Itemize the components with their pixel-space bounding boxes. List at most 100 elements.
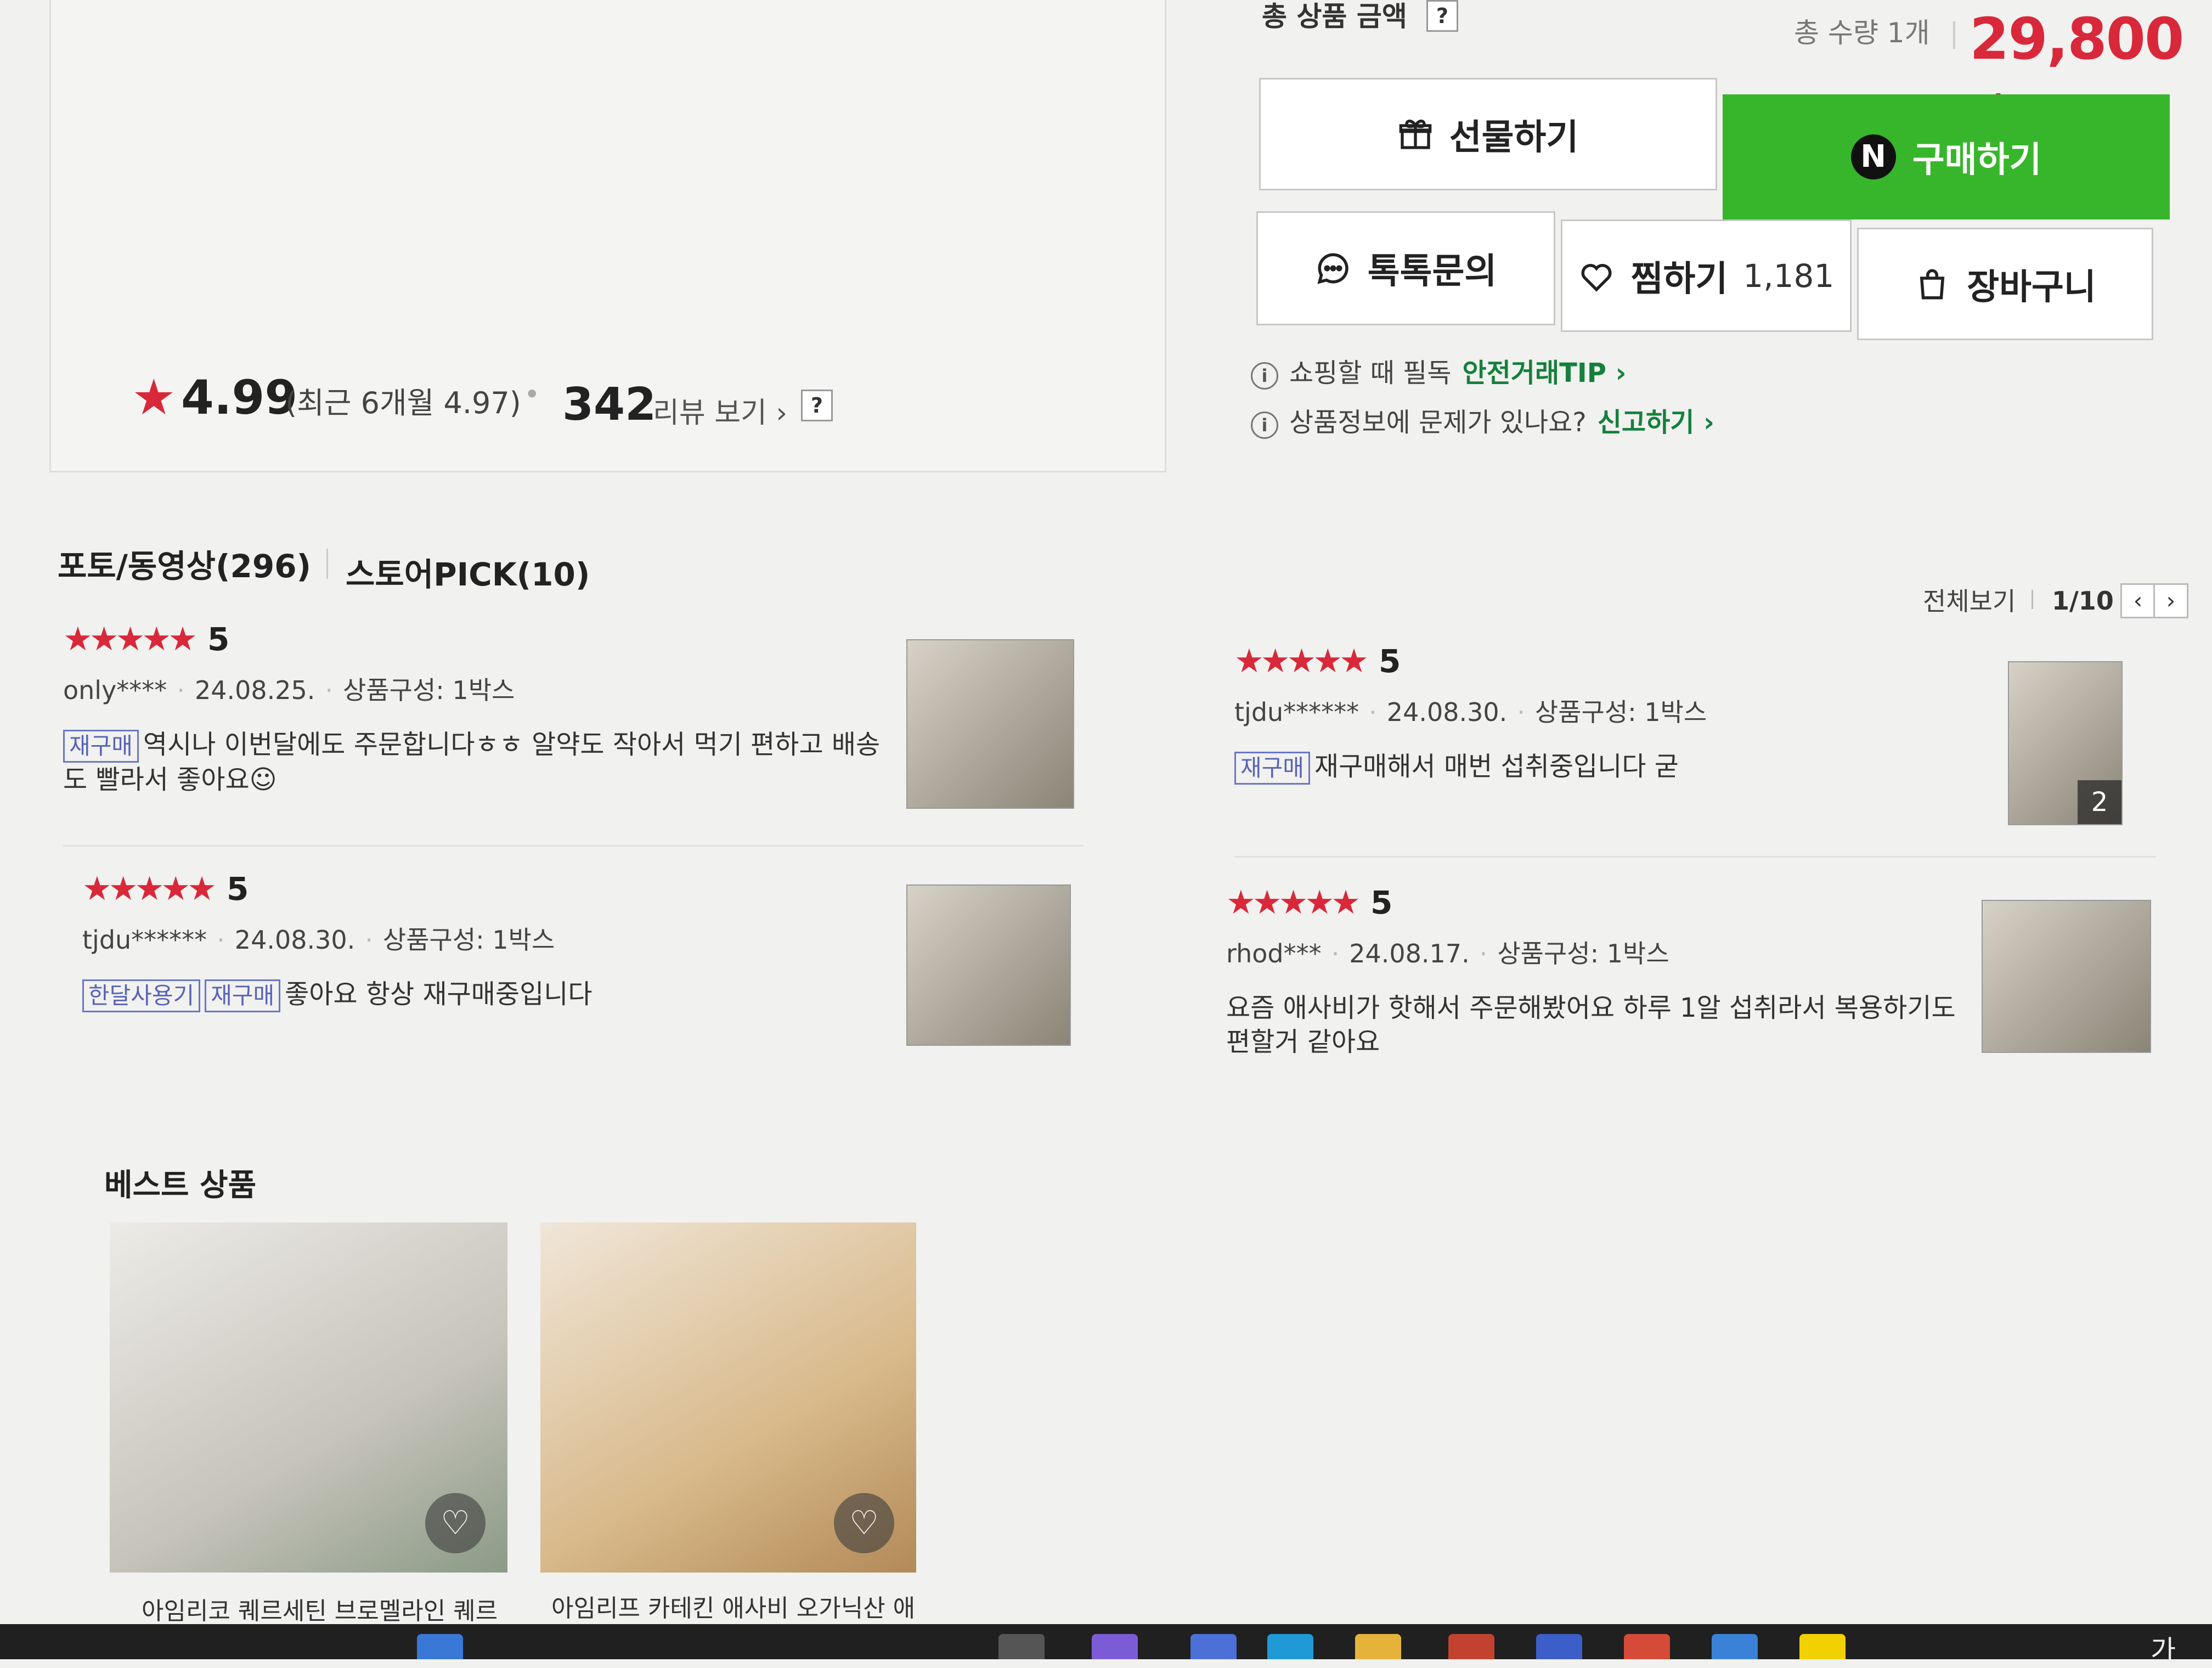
review-count: 342: [562, 379, 657, 431]
report-text: 상품정보에 문제가 있나요?: [1289, 407, 1587, 438]
talktalk-inquiry-label: 톡톡문의: [1367, 251, 1497, 292]
rating-star-icon: ★: [132, 369, 176, 426]
info-icon: i: [1251, 412, 1278, 439]
wishlist-button[interactable]: 찜하기 1,181: [1561, 219, 1852, 332]
best-products-title: 베스트 상품: [104, 1168, 257, 1203]
photo-count-badge: 2: [2078, 780, 2121, 824]
review-photo[interactable]: [1982, 900, 2151, 1053]
store-icon[interactable]: [1448, 1634, 1494, 1659]
review-date: 24.08.30.: [1386, 697, 1508, 727]
cart-button[interactable]: 장바구니: [1857, 228, 2153, 340]
reviewer-id: tjdu******: [1234, 697, 1359, 727]
cart-label: 장바구니: [1967, 267, 2096, 308]
reviewer-id: only****: [63, 675, 167, 705]
talktalk-inquiry-button[interactable]: 톡톡문의: [1256, 211, 1555, 325]
safe-trade-notice: i 쇼핑할 때 필독 안전거래TIP ›: [1251, 351, 1626, 390]
review-help-icon[interactable]: ?: [801, 390, 833, 421]
total-quantity-text: 총 수량 1개: [1794, 17, 1930, 49]
naver-pay-icon: N: [1850, 134, 1896, 179]
copilot-icon[interactable]: [1092, 1634, 1138, 1659]
view-reviews-link[interactable]: 리뷰 보기 ›: [653, 390, 787, 431]
app-icon[interactable]: [1536, 1634, 1582, 1659]
rating-score: 4.99: [181, 370, 298, 425]
review-option: 상품구성: 1박스: [1534, 697, 1707, 727]
product-name[interactable]: 아임리프 카테킨 애사비 오가닉산 애: [551, 1588, 915, 1624]
app-icon[interactable]: [1712, 1634, 1758, 1659]
gift-icon: [1399, 119, 1432, 149]
review-date: 24.08.30.: [234, 925, 356, 955]
windows-start-icon[interactable]: [417, 1634, 463, 1659]
page-indicator: 1/10: [2052, 586, 2114, 616]
report-notice: i 상품정보에 문제가 있나요? 신고하기 ›: [1251, 401, 1714, 439]
review-score: 5: [226, 870, 249, 908]
info-icon: i: [1251, 362, 1278, 390]
view-all-link[interactable]: 전체보기: [1923, 582, 2016, 618]
review-text: 역시나 이번달에도 주문합니다ㅎㅎ 알약도 작아서 먹기 편하고 배송도 빨라서…: [63, 729, 881, 795]
safe-trade-text: 쇼핑할 때 필독: [1289, 358, 1452, 388]
star-rating: ★★★★★: [82, 870, 217, 908]
review-divider: [1234, 856, 2156, 858]
buy-button[interactable]: N 구매하기: [1723, 94, 2170, 219]
next-page-button[interactable]: ›: [2153, 583, 2188, 618]
product-image[interactable]: ♡: [540, 1222, 916, 1573]
pagination-divider: [2032, 590, 2033, 609]
teams-icon[interactable]: [1190, 1634, 1237, 1659]
reviewer-id: rhod***: [1226, 939, 1322, 968]
rating-separator: •: [524, 379, 540, 410]
ime-indicator[interactable]: 가: [2151, 1628, 2176, 1668]
wishlist-heart-icon[interactable]: ♡: [425, 1493, 486, 1553]
review-tag: 한달사용기: [82, 979, 201, 1012]
review-divider: [63, 845, 1084, 847]
chat-bubble-icon: [1317, 253, 1348, 284]
report-link[interactable]: 신고하기 ›: [1598, 407, 1714, 438]
heart-icon: [1581, 263, 1612, 292]
total-price-value: 29,800: [1970, 5, 2184, 72]
review-text: 재구매해서 매번 섭취중입니다 굳: [1314, 751, 1679, 782]
review-card[interactable]: ★★★★★ 5 rhod*** · 24.08.17. · 상품구성: 1박스 요즘 애사…: [1226, 883, 1972, 1059]
review-photo[interactable]: [906, 639, 1074, 809]
review-date: 24.08.25.: [194, 675, 315, 705]
review-photo[interactable]: 2: [2008, 661, 2123, 825]
star-rating: ★★★★★: [63, 620, 198, 658]
product-name[interactable]: 아임리코 퀘르세틴 브로멜라인 퀘르: [142, 1591, 498, 1626]
kakaotalk-icon[interactable]: [1799, 1634, 1846, 1659]
chrome-icon[interactable]: [1624, 1634, 1670, 1659]
review-card[interactable]: ★★★★★ 5 only**** · 24.08.25. · 상품구성: 1박스 재구매 역…: [63, 620, 897, 797]
star-rating: ★★★★★: [1234, 642, 1369, 680]
total-price-label: 총 상품 금액: [1262, 1, 1407, 32]
review-score: 5: [1370, 884, 1393, 921]
review-tag: 재구매: [63, 730, 139, 763]
tab-photo-video[interactable]: 포토/동영상(296): [58, 540, 311, 587]
review-photo[interactable]: [906, 884, 1071, 1046]
review-score: 5: [1378, 643, 1401, 680]
tab-divider: [326, 549, 328, 579]
reviewer-id: tjdu******: [82, 925, 207, 955]
edge-icon[interactable]: [1267, 1634, 1313, 1659]
review-tag: 재구매: [1234, 752, 1310, 785]
review-card[interactable]: ★★★★★ 5 tjdu****** · 24.08.30. · 상품구성: 1박스 재구…: [1234, 642, 1975, 785]
review-tag: 재구매: [205, 979, 281, 1012]
prev-page-button[interactable]: ‹: [2120, 583, 2155, 618]
review-text: 요즘 애사비가 핫해서 주문해봤어요 하루 1알 섭취라서 복용하기도 편할거 …: [1226, 993, 1956, 1057]
wishlist-label: 찜하기: [1630, 258, 1728, 300]
review-option: 상품구성: 1박스: [343, 675, 515, 705]
safe-trade-tip-link[interactable]: 안전거래TIP ›: [1462, 358, 1626, 388]
review-card[interactable]: ★★★★★ 5 tjdu****** · 24.08.30. · 상품구성: 1박스 한달…: [82, 870, 894, 1012]
file-explorer-icon[interactable]: [1355, 1634, 1401, 1659]
star-rating: ★★★★★: [1226, 883, 1361, 922]
buy-button-label: 구매하기: [1912, 140, 2042, 181]
wishlist-heart-icon[interactable]: ♡: [834, 1493, 894, 1553]
tab-store-pick[interactable]: 스토어PICK(10): [346, 549, 590, 595]
product-image[interactable]: ♡: [110, 1222, 507, 1573]
wishlist-count: 1,181: [1743, 257, 1835, 295]
gift-button[interactable]: 선물하기: [1259, 78, 1717, 190]
rating-recent: (최근 6개월 4.97): [285, 386, 521, 420]
total-help-icon[interactable]: ?: [1426, 0, 1458, 32]
review-score: 5: [207, 621, 230, 658]
review-option: 상품구성: 1박스: [1497, 939, 1669, 968]
taskview-icon[interactable]: [998, 1634, 1045, 1659]
review-text: 좋아요 항상 재구매중입니다: [285, 979, 592, 1010]
quantity-separator: |: [1949, 17, 1959, 49]
review-date: 24.08.17.: [1349, 939, 1470, 968]
review-option: 상품구성: 1박스: [382, 925, 555, 955]
